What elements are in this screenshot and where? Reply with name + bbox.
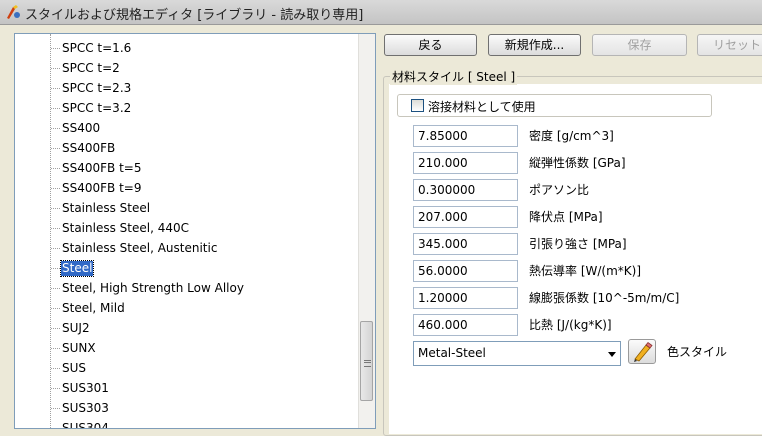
tree-item-label: Steel, High Strength Low Alloy (62, 281, 244, 295)
tree-connector (51, 128, 60, 129)
tree-item[interactable]: SPCC t=2.3 (51, 79, 351, 99)
tree-item-label: SUJ2 (62, 321, 90, 335)
tree-item[interactable]: SUNX (51, 339, 351, 359)
tree-item[interactable]: SUS301 (51, 379, 351, 399)
tree-item[interactable]: SS400FB t=5 (51, 159, 351, 179)
weld-material-label: 溶接材料として使用 (428, 100, 536, 114)
scrollbar-thumb[interactable] (360, 321, 373, 401)
color-style-value: Metal-Steel (418, 346, 486, 360)
tree-item-label: SS400FB (62, 141, 116, 155)
tree-connector (51, 108, 60, 109)
color-style-label: 色スタイル (667, 345, 728, 359)
tree-connector (51, 188, 60, 189)
tree-item[interactable]: SUJ2 (51, 319, 351, 339)
new-button[interactable]: 新規作成... (488, 34, 581, 56)
property-value-field[interactable]: 0.300000 (413, 179, 518, 201)
tree-connector (51, 68, 60, 69)
tree-connector (51, 308, 60, 309)
back-button[interactable]: 戻る (384, 34, 477, 56)
tree-connector (51, 148, 60, 149)
tree-connector (51, 328, 60, 329)
tree-item[interactable]: SS400FB (51, 139, 351, 159)
tree-item-label: SPCC t=1.6 (62, 41, 132, 55)
tree-connector (51, 388, 60, 389)
tree-connector (51, 368, 60, 369)
property-label: 縦弾性係数 [GPa] (529, 156, 626, 170)
tree-item-label: SUS304 (62, 421, 109, 429)
pencil-icon (634, 341, 653, 362)
tree-item-label: SS400 (62, 121, 101, 135)
tree-connector (51, 168, 60, 169)
property-label: 線膨張係数 [10^-5m/m/C] (529, 291, 680, 305)
tree-item[interactable]: SUS (51, 359, 351, 379)
weld-material-checkbox[interactable] (411, 99, 424, 112)
property-value-field[interactable]: 1.20000 (413, 287, 518, 309)
chevron-down-icon (608, 352, 616, 357)
property-label: 引張り強さ [MPa] (529, 237, 627, 251)
window-title: スタイルおよび規格エディタ [ライブラリ - 読み取り専用] (25, 8, 364, 23)
tree-item[interactable]: SPCC t=1.6 (51, 39, 351, 59)
property-value-field[interactable]: 210.000 (413, 152, 518, 174)
tree-item-label: Stainless Steel, 440C (62, 221, 189, 235)
tree-connector (51, 88, 60, 89)
tree-connector (51, 208, 60, 209)
tree-connector (51, 408, 60, 409)
tree-item-label: SUS (62, 361, 87, 375)
material-tree[interactable]: SPCC t=1.6 SPCC t=2 SPCC t=2.3 SPCC t=3.2 SS… (14, 33, 376, 429)
tree-item-label: SPCC t=2 (62, 61, 120, 75)
tree-item[interactable]: SPCC t=3.2 (51, 99, 351, 119)
tree-item[interactable]: SS400 (51, 119, 351, 139)
tree-item[interactable]: Steel, Mild (51, 299, 351, 319)
tree-item[interactable]: Stainless Steel, Austenitic (51, 239, 351, 259)
tree-item-label: SS400FB t=5 (62, 161, 142, 175)
property-label: ポアソン比 (529, 183, 590, 197)
tree-item-label: SUS303 (62, 401, 109, 415)
tree-item-label: Stainless Steel, Austenitic (62, 241, 218, 255)
property-value-field[interactable]: 7.85000 (413, 125, 518, 147)
tree-connector (51, 248, 60, 249)
tree-vertical-scrollbar[interactable] (358, 34, 375, 428)
tree-connector (51, 268, 60, 269)
material-style-title: 材料スタイル [ Steel ] (390, 68, 518, 85)
window-titlebar: スタイルおよび規格エディタ [ライブラリ - 読み取り専用] (0, 0, 762, 25)
tree-item[interactable]: SUS304 (51, 419, 351, 429)
tree-item[interactable]: Steel (51, 259, 351, 279)
tree-item-label: Stainless Steel (62, 201, 151, 215)
scrollbar-grip (364, 360, 371, 367)
tree-connector (51, 348, 60, 349)
reset-button[interactable]: リセット (697, 34, 762, 56)
save-button[interactable]: 保存 (592, 34, 687, 56)
edit-color-style-button[interactable] (628, 339, 656, 364)
tree-item-label: SUNX (62, 341, 96, 355)
property-value-field[interactable]: 56.0000 (413, 260, 518, 282)
property-value-field[interactable]: 207.000 (413, 206, 518, 228)
property-label: 熱伝導率 [W/(m*K)] (529, 264, 642, 278)
property-value-field[interactable]: 345.000 (413, 233, 518, 255)
tree-item[interactable]: SUS303 (51, 399, 351, 419)
property-label: 降伏点 [MPa] (529, 210, 603, 224)
app-style-editor-icon (7, 5, 20, 19)
tree-item-label: SPCC t=2.3 (62, 81, 132, 95)
tree-item[interactable]: Stainless Steel, 440C (51, 219, 351, 239)
tree-connector (51, 288, 60, 289)
property-value-field[interactable]: 460.000 (413, 314, 518, 336)
tree-item-label: Steel (59, 260, 95, 277)
color-style-select[interactable]: Metal-Steel (413, 341, 621, 366)
tree-item[interactable]: SPCC t=2 (51, 59, 351, 79)
tree-item-label: SUS301 (62, 381, 109, 395)
tree-item-label: SS400FB t=9 (62, 181, 142, 195)
weld-material-option[interactable]: 溶接材料として使用 (397, 94, 712, 117)
tree-connector (51, 48, 60, 49)
property-label: 比熱 [J/(kg*K)] (529, 318, 612, 332)
tree-item[interactable]: Stainless Steel (51, 199, 351, 219)
tree-item-label: Steel, Mild (62, 301, 125, 315)
tree-item-label: SPCC t=3.2 (62, 101, 132, 115)
tree-item[interactable]: Steel, High Strength Low Alloy (51, 279, 351, 299)
tree-connector (51, 228, 60, 229)
tree-item[interactable]: SS400FB t=9 (51, 179, 351, 199)
property-label: 密度 [g/cm^3] (529, 129, 614, 143)
